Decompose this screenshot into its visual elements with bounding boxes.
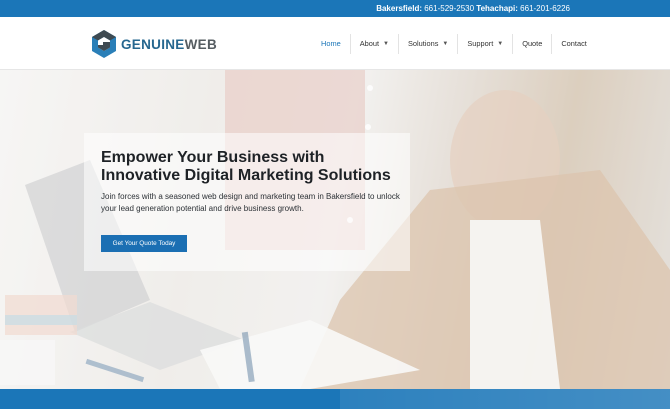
logo-word-accent: WEB [184,36,218,52]
nav-item-contact[interactable]: Contact [552,34,595,54]
chevron-down-icon: ▼ [383,40,389,47]
bakersfield-label: Bakersfield: [376,4,422,13]
logo-word-main: GENUINE [121,36,185,52]
nav-item-support[interactable]: Support ▼ [458,33,514,54]
chevron-down-icon: ▼ [442,40,449,47]
nav-home-label: Home [321,39,341,48]
nav-quote-label: Quote [522,39,543,48]
site-logo[interactable]: GENUINEWEB [91,29,231,59]
hero-section: Empower Your Business with Innovative Di… [0,70,670,389]
nav-contact-label: Contact [561,39,587,48]
top-contact-bar: Bakersfield: 661-529-2530 Tehachapi: 661… [0,0,670,17]
phone-numbers: Bakersfield: 661-529-2530 Tehachapi: 661… [376,4,570,13]
bakersfield-phone-link[interactable]: 661-529-2530 [424,4,474,13]
nav-item-solutions[interactable]: Solutions ▼ [399,33,459,54]
hero-headline: Empower Your Business with Innovative Di… [101,149,391,184]
nav-item-quote[interactable]: Quote [513,33,553,54]
nav-support-label: Support [467,39,494,48]
nav-item-about[interactable]: About ▼ [351,33,399,54]
bottom-band-highlight [340,389,670,409]
nav-about-label: About [359,39,380,48]
hexagon-g-logo-icon [92,30,116,58]
hero-description: Join forces with a seasoned web design a… [101,192,400,213]
site-header: GENUINEWEB Home About ▼ Solutions ▼ Suppor… [0,17,670,70]
tehachapi-phone-link[interactable]: 661-201-6226 [520,4,570,13]
logo-wordmark: GENUINEWEB [121,37,217,52]
nav-solutions-label: Solutions [408,39,439,48]
get-quote-button[interactable]: Get Your Quote Today [101,235,187,252]
main-navigation: Home About ▼ Solutions ▼ Support ▼ Quote Co… [312,17,596,70]
bottom-blue-band [0,389,670,409]
hero-text-card: Empower Your Business with Innovative Di… [84,133,410,271]
nav-item-home[interactable]: Home [312,33,351,54]
tehachapi-label: Tehachapi: [476,4,518,13]
chevron-down-icon: ▼ [497,40,504,47]
